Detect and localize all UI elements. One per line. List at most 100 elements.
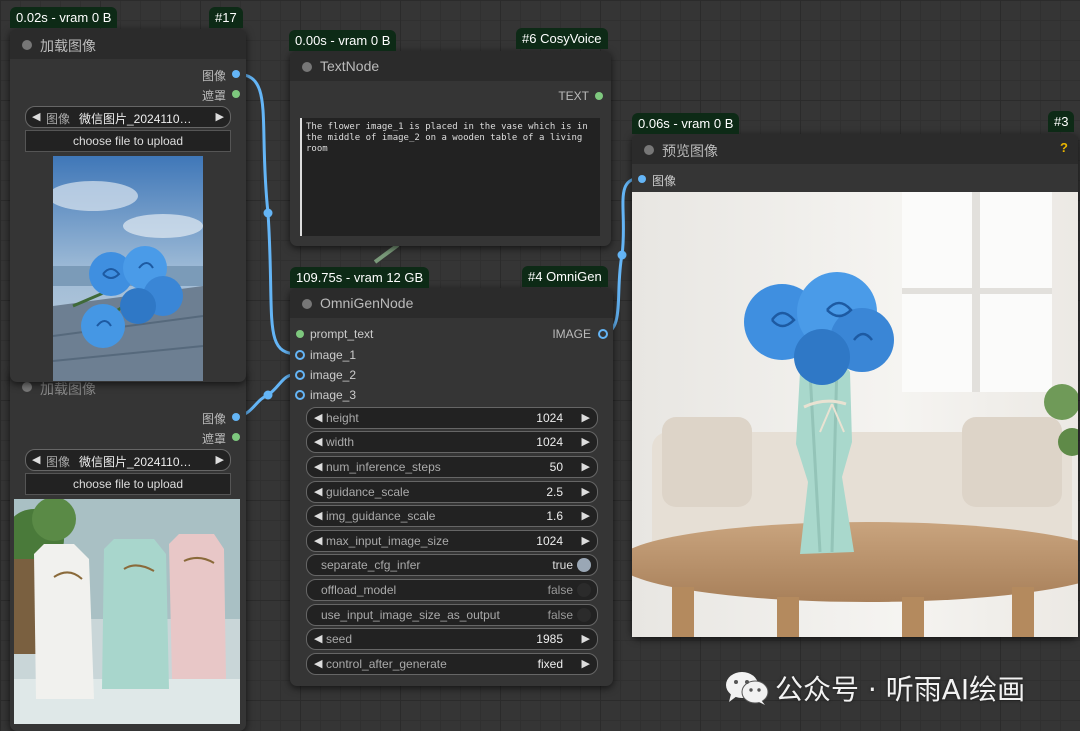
- input-label-prompt-text: prompt_text: [310, 327, 374, 341]
- choose-file-button[interactable]: choose file to upload: [25, 473, 231, 495]
- widget-value: 1024: [536, 534, 563, 548]
- collapse-dot-icon[interactable]: [644, 145, 654, 155]
- widget-name: use_input_image_size_as_output: [321, 608, 500, 622]
- node-4-timing-badge: 109.75s - vram 12 GB: [290, 267, 430, 288]
- increment-arrow-icon[interactable]: ▶: [582, 632, 590, 645]
- widget-control-after-generate[interactable]: ◀ control_after_generate fixed ▶: [306, 653, 598, 675]
- widget-img-guidance-scale[interactable]: ◀ img_guidance_scale 1.6 ▶: [306, 505, 598, 527]
- output-port-text[interactable]: [595, 92, 603, 100]
- node-header[interactable]: OmniGenNode: [290, 288, 613, 318]
- preview-image-node[interactable]: 预览图像 ? 图像: [632, 134, 1078, 637]
- decrement-arrow-icon[interactable]: ◀: [314, 485, 322, 498]
- widget-max-input-image-size[interactable]: ◀ max_input_image_size 1024 ▶: [306, 530, 598, 552]
- increment-arrow-icon[interactable]: ▶: [582, 485, 590, 498]
- image-file-combo[interactable]: ◀ 图像 微信图片_2024110… ▶: [25, 106, 231, 128]
- widget-num-inference-steps[interactable]: ◀ num_inference_steps 50 ▶: [306, 456, 598, 478]
- input-port-image-1[interactable]: [295, 350, 305, 360]
- widget-offload-model-toggle[interactable]: offload_model false: [306, 579, 598, 601]
- node-17-timing-badge: 0.02s - vram 0 B: [10, 7, 118, 28]
- toggle-knob-icon[interactable]: [577, 558, 591, 572]
- decrement-arrow-icon[interactable]: ◀: [314, 435, 322, 448]
- watermark-text: 公众号 · 听雨AI绘画: [775, 673, 1026, 706]
- wire-text-to-prompt: [373, 243, 400, 264]
- load-image-node-1[interactable]: 加载图像 图像 遮罩 ◀ 图像 微信图片_2024110… ▶ choose f…: [10, 29, 246, 382]
- widget-value: 1.6: [546, 509, 563, 523]
- omnigen-node[interactable]: OmniGenNode prompt_text image_1 image_2 …: [290, 288, 613, 686]
- decrement-arrow-icon[interactable]: ◀: [314, 460, 322, 473]
- node-title: TextNode: [320, 58, 380, 74]
- decrement-arrow-icon[interactable]: ◀: [314, 534, 322, 547]
- node-title: 预览图像: [662, 143, 718, 159]
- increment-arrow-icon[interactable]: ▶: [582, 534, 590, 547]
- widget-seed[interactable]: ◀ seed 1985 ▶: [306, 628, 598, 650]
- combo-prev-arrow-icon[interactable]: ◀: [32, 110, 40, 123]
- previous-option-arrow-icon[interactable]: ◀: [314, 657, 322, 670]
- node-4-id-badge: #4 OmniGen: [522, 266, 608, 287]
- output-port-image[interactable]: [598, 329, 608, 339]
- combo-value: 微信图片_2024110…: [79, 455, 192, 469]
- input-label-image: 图像: [652, 174, 677, 188]
- widget-separate-cfg-infer-toggle[interactable]: separate_cfg_infer true: [306, 554, 598, 576]
- widget-value: 2.5: [546, 485, 563, 499]
- prompt-textarea[interactable]: The flower image_1 is placed in the vase…: [300, 118, 600, 236]
- widget-guidance-scale[interactable]: ◀ guidance_scale 2.5 ▶: [306, 481, 598, 503]
- widget-name: separate_cfg_infer: [321, 558, 421, 572]
- decrement-arrow-icon[interactable]: ◀: [314, 411, 322, 424]
- next-option-arrow-icon[interactable]: ▶: [582, 657, 590, 670]
- node-title: 加载图像: [40, 38, 96, 54]
- input-port-prompt-text[interactable]: [296, 330, 304, 338]
- widget-name: img_guidance_scale: [326, 509, 436, 523]
- combo-label: 图像: [46, 455, 71, 469]
- widget-value: 1024: [536, 411, 563, 425]
- collapse-dot-icon[interactable]: [302, 299, 312, 309]
- input-port-image[interactable]: [638, 175, 646, 183]
- choose-file-button[interactable]: choose file to upload: [25, 130, 231, 152]
- widget-width[interactable]: ◀ width 1024 ▶: [306, 431, 598, 453]
- increment-arrow-icon[interactable]: ▶: [582, 411, 590, 424]
- help-icon[interactable]: ?: [1060, 140, 1068, 155]
- load-image-node-2[interactable]: 加载图像 图像 遮罩 ◀ 图像 微信图片_2024110… ▶ choose f…: [10, 373, 246, 731]
- decrement-arrow-icon[interactable]: ◀: [314, 632, 322, 645]
- output-port-image[interactable]: [232, 413, 240, 421]
- input-label-image-3: image_3: [310, 388, 357, 402]
- generated-image-preview: [632, 192, 1078, 637]
- combo-next-arrow-icon[interactable]: ▶: [216, 453, 224, 466]
- widget-use-input-image-size-toggle[interactable]: use_input_image_size_as_output false: [306, 604, 598, 626]
- node-header[interactable]: 加载图像: [10, 29, 246, 59]
- output-port-mask[interactable]: [232, 90, 240, 98]
- combo-value: 微信图片_2024110…: [79, 112, 192, 126]
- output-port-image[interactable]: [232, 70, 240, 78]
- node-header[interactable]: TextNode: [290, 51, 611, 81]
- output-label-mask: 遮罩: [201, 89, 226, 103]
- input-port-image-2[interactable]: [295, 370, 305, 380]
- text-node[interactable]: TextNode TEXT The flower image_1 is plac…: [290, 51, 611, 246]
- widget-value: 1985: [536, 632, 563, 646]
- node-3-id-badge: #3: [1048, 111, 1075, 132]
- combo-label: 图像: [46, 112, 71, 126]
- increment-arrow-icon[interactable]: ▶: [582, 460, 590, 473]
- node-3-timing-badge: 0.06s - vram 0 B: [632, 113, 740, 134]
- increment-arrow-icon[interactable]: ▶: [582, 509, 590, 522]
- collapse-dot-icon[interactable]: [22, 382, 32, 392]
- image-file-combo[interactable]: ◀ 图像 微信图片_2024110… ▶: [25, 449, 231, 471]
- widget-name: control_after_generate: [326, 657, 447, 671]
- increment-arrow-icon[interactable]: ▶: [582, 435, 590, 448]
- node-header[interactable]: 预览图像 ?: [632, 134, 1078, 164]
- decrement-arrow-icon[interactable]: ◀: [314, 509, 322, 522]
- collapse-dot-icon[interactable]: [302, 62, 312, 72]
- widget-value: fixed: [537, 657, 563, 671]
- combo-next-arrow-icon[interactable]: ▶: [216, 110, 224, 123]
- input-label-image-1: image_1: [310, 348, 357, 362]
- widget-name: offload_model: [321, 583, 397, 597]
- input-label-image-2: image_2: [310, 368, 357, 382]
- input-port-image-3[interactable]: [295, 390, 305, 400]
- toggle-knob-icon[interactable]: [577, 608, 591, 622]
- output-port-mask[interactable]: [232, 433, 240, 441]
- combo-prev-arrow-icon[interactable]: ◀: [32, 453, 40, 466]
- widget-name: height: [326, 411, 359, 425]
- collapse-dot-icon[interactable]: [22, 40, 32, 50]
- wire-reroute-dot: [617, 250, 627, 260]
- widget-value: 50: [549, 460, 563, 474]
- toggle-knob-icon[interactable]: [577, 583, 591, 597]
- widget-height[interactable]: ◀ height 1024 ▶: [306, 407, 598, 429]
